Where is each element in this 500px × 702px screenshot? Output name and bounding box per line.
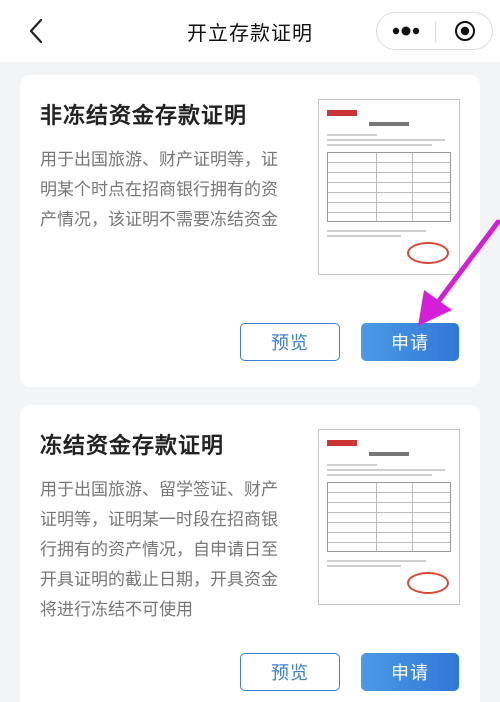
certificate-sample-thumbnail — [318, 99, 460, 275]
card-frozen-deposit-certificate: 冻结资金存款证明 用于出国旅游、留学签证、财产证明等，证明某一时段在招商银行拥有… — [20, 405, 480, 702]
close-miniprogram-button[interactable] — [436, 13, 493, 49]
more-button[interactable] — [377, 13, 435, 49]
doc-line — [327, 469, 445, 471]
doc-line — [327, 565, 402, 567]
doc-title-line — [369, 122, 409, 126]
doc-line — [327, 560, 427, 562]
doc-line — [327, 474, 433, 476]
red-seal-stamp-icon — [407, 572, 449, 594]
certificate-sample-thumbnail — [318, 429, 460, 605]
doc-title-line — [369, 452, 409, 456]
doc-table — [327, 482, 451, 552]
card-title: 非冻结资金存款证明 — [40, 104, 248, 129]
apply-button[interactable]: 申请 — [361, 323, 459, 361]
more-dots-icon — [392, 26, 420, 36]
bank-logo-icon — [327, 440, 357, 446]
doc-line — [327, 230, 427, 232]
doc-line — [327, 235, 402, 237]
top-navigation-bar: 开立存款证明 — [0, 0, 500, 62]
apply-button[interactable]: 申请 — [361, 653, 459, 691]
doc-line — [327, 134, 377, 136]
doc-table — [327, 152, 451, 222]
preview-button[interactable]: 预览 — [240, 653, 340, 691]
card-non-frozen-deposit-certificate: 非冻结资金存款证明 用于出国旅游、财产证明等，证明某个时点在招商银行拥有的资产情… — [20, 75, 480, 387]
doc-line — [327, 139, 445, 141]
card-description: 用于出国旅游、财产证明等，证明某个时点在招商银行拥有的资产情况，该证明不需要冻结… — [40, 150, 278, 230]
red-seal-stamp-icon — [407, 242, 449, 264]
doc-line — [327, 144, 433, 146]
preview-button[interactable]: 预览 — [240, 323, 340, 361]
bank-logo-icon — [327, 110, 357, 116]
target-icon — [454, 21, 475, 41]
miniprogram-capsule — [376, 12, 493, 50]
card-description: 用于出国旅游、留学签证、财产证明等，证明某一时段在招商银行拥有的资产情况，自申请… — [40, 480, 278, 620]
doc-line — [327, 464, 377, 466]
card-title: 冻结资金存款证明 — [40, 434, 225, 459]
